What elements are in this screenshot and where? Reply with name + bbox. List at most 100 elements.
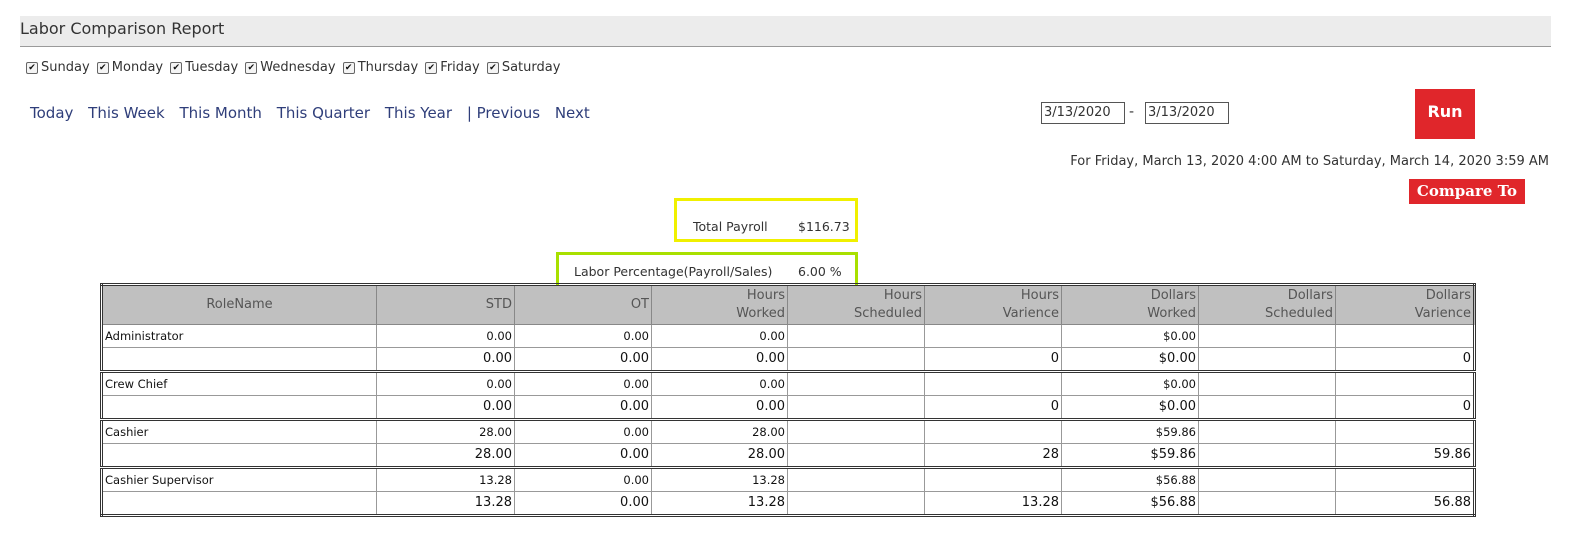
table-row: 0.00 0.00 0.00 0 $0.00 0 [101, 395, 1475, 420]
cell-hours-worked: 0.00 [651, 370, 788, 396]
compare-to-button[interactable]: Compare To [1409, 179, 1525, 204]
total-payroll-value: $116.73 [798, 219, 850, 234]
checkbox-checked-icon[interactable]: ✔ [342, 62, 355, 74]
cell-hours-worked: 13.28 [651, 466, 788, 492]
cell-hours-scheduled [787, 347, 925, 372]
header-ot[interactable]: OT [514, 284, 652, 325]
total-payroll-box: Total Payroll $116.73 [674, 198, 858, 242]
header-hours-varience[interactable]: Hours Varience [924, 284, 1062, 325]
header-dollars-worked[interactable]: Dollars Worked [1061, 284, 1199, 325]
cell-dollars-varience: 0 [1335, 347, 1475, 372]
checkbox-checked-icon[interactable]: ✔ [26, 62, 38, 74]
cell-hours-varience: 28 [924, 443, 1062, 468]
header-label: Varience [1414, 306, 1471, 321]
header-dollars-varience[interactable]: Dollars Varience [1335, 284, 1475, 325]
nav-next[interactable]: Next [555, 104, 590, 122]
header-label: Dollars [1425, 288, 1471, 303]
day-tuesday[interactable]: ✔ Tuesday [170, 60, 238, 75]
cell-dollars-varience [1335, 324, 1475, 348]
header-label: Scheduled [854, 306, 922, 321]
cell-hours-scheduled [787, 443, 925, 468]
date-to-input[interactable]: 3/13/2020 [1145, 102, 1229, 124]
cell-hours-varience [924, 466, 1062, 492]
cell-hours-varience: 0 [924, 395, 1062, 420]
cell-hours-scheduled [787, 370, 925, 396]
cell-dollars-scheduled [1198, 395, 1336, 420]
cell-ot: 0.00 [514, 491, 652, 516]
day-sunday[interactable]: ✔ Sunday [26, 60, 90, 75]
table-row: Crew Chief 0.00 0.00 0.00 $0.00 [101, 370, 1475, 396]
cell-hours-worked: 28.00 [651, 418, 788, 444]
header-label: Worked [736, 306, 785, 321]
cell-dollars-worked: $0.00 [1061, 347, 1199, 372]
day-wednesday[interactable]: ✔ Wednesday [245, 60, 336, 75]
run-button[interactable]: Run [1415, 89, 1475, 139]
nav-this-month[interactable]: This Month [179, 104, 261, 122]
cell-dollars-scheduled [1198, 347, 1336, 372]
header-hours-scheduled[interactable]: Hours Scheduled [787, 284, 925, 325]
header-label: Dollars [1150, 288, 1196, 303]
checkbox-checked-icon[interactable]: ✔ [170, 62, 183, 74]
header-label: STD [485, 297, 512, 312]
cell-dollars-worked: $59.86 [1061, 443, 1199, 468]
header-hours-worked[interactable]: Hours Worked [651, 284, 788, 325]
cell-hours-worked: 0.00 [651, 324, 788, 348]
header-rolename[interactable]: RoleName [101, 284, 377, 325]
cell-rolename: Crew Chief [101, 370, 377, 396]
cell-dollars-varience [1335, 466, 1475, 492]
cell-hours-worked: 0.00 [651, 395, 788, 420]
cell-ot: 0.00 [514, 347, 652, 372]
day-friday[interactable]: ✔ Friday [425, 60, 480, 75]
cell-ot: 0.00 [514, 418, 652, 444]
day-saturday[interactable]: ✔ Saturday [486, 60, 560, 75]
cell-dollars-scheduled [1198, 443, 1336, 468]
cell-std: 28.00 [376, 443, 515, 468]
nav-this-week[interactable]: This Week [88, 104, 165, 122]
checkbox-checked-icon[interactable]: ✔ [245, 62, 258, 74]
cell-rolename: Cashier [101, 418, 377, 444]
nav-this-year[interactable]: This Year [385, 104, 452, 122]
day-monday[interactable]: ✔ Monday [96, 60, 163, 75]
header-label: Hours [746, 288, 785, 303]
cell-hours-scheduled [787, 324, 925, 348]
cell-hours-varience [924, 370, 1062, 396]
cell-ot: 0.00 [514, 466, 652, 492]
header-dollars-scheduled[interactable]: Dollars Scheduled [1198, 284, 1336, 325]
report-title-bar: Labor Comparison Report [20, 16, 1551, 47]
table-row: 0.00 0.00 0.00 0 $0.00 0 [101, 347, 1475, 372]
nav-today[interactable]: Today [30, 104, 73, 122]
date-range-text: For Friday, March 13, 2020 4:00 AM to Sa… [1070, 154, 1549, 169]
header-label: Scheduled [1265, 306, 1333, 321]
cell-hours-varience [924, 324, 1062, 348]
day-thursday[interactable]: ✔ Thursday [342, 60, 418, 75]
cell-dollars-scheduled [1198, 370, 1336, 396]
cell-ot: 0.00 [514, 443, 652, 468]
cell-hours-varience [924, 418, 1062, 444]
checkbox-checked-icon[interactable]: ✔ [486, 62, 499, 74]
cell-rolename [101, 491, 377, 516]
table-row: Cashier Supervisor 13.28 0.00 13.28 $56.… [101, 466, 1475, 492]
checkbox-checked-icon[interactable]: ✔ [96, 62, 109, 74]
cell-rolename [101, 395, 377, 420]
header-label: Hours [1020, 288, 1059, 303]
nav-this-quarter[interactable]: This Quarter [277, 104, 370, 122]
nav-previous[interactable]: | Previous [467, 104, 540, 122]
cell-dollars-scheduled [1198, 418, 1336, 444]
header-label: OT [630, 297, 649, 312]
labor-table: RoleName STD OT Hours Worked Hours Schedul… [100, 283, 1476, 517]
header-label: Varience [1002, 306, 1059, 321]
cell-dollars-varience [1335, 370, 1475, 396]
date-from-input[interactable]: 3/13/2020 [1041, 102, 1125, 124]
period-nav: Today This Week This Month This Quarter … [30, 104, 600, 122]
cell-hours-scheduled [787, 418, 925, 444]
total-payroll-label: Total Payroll [693, 219, 768, 234]
cell-std: 0.00 [376, 395, 515, 420]
cell-std: 13.28 [376, 491, 515, 516]
header-std[interactable]: STD [376, 284, 515, 325]
cell-hours-varience: 0 [924, 347, 1062, 372]
cell-rolename: Administrator [101, 324, 377, 348]
cell-ot: 0.00 [514, 324, 652, 348]
labor-percentage-value: 6.00 % [798, 264, 842, 279]
header-label: Worked [1147, 306, 1196, 321]
checkbox-checked-icon[interactable]: ✔ [425, 62, 438, 74]
